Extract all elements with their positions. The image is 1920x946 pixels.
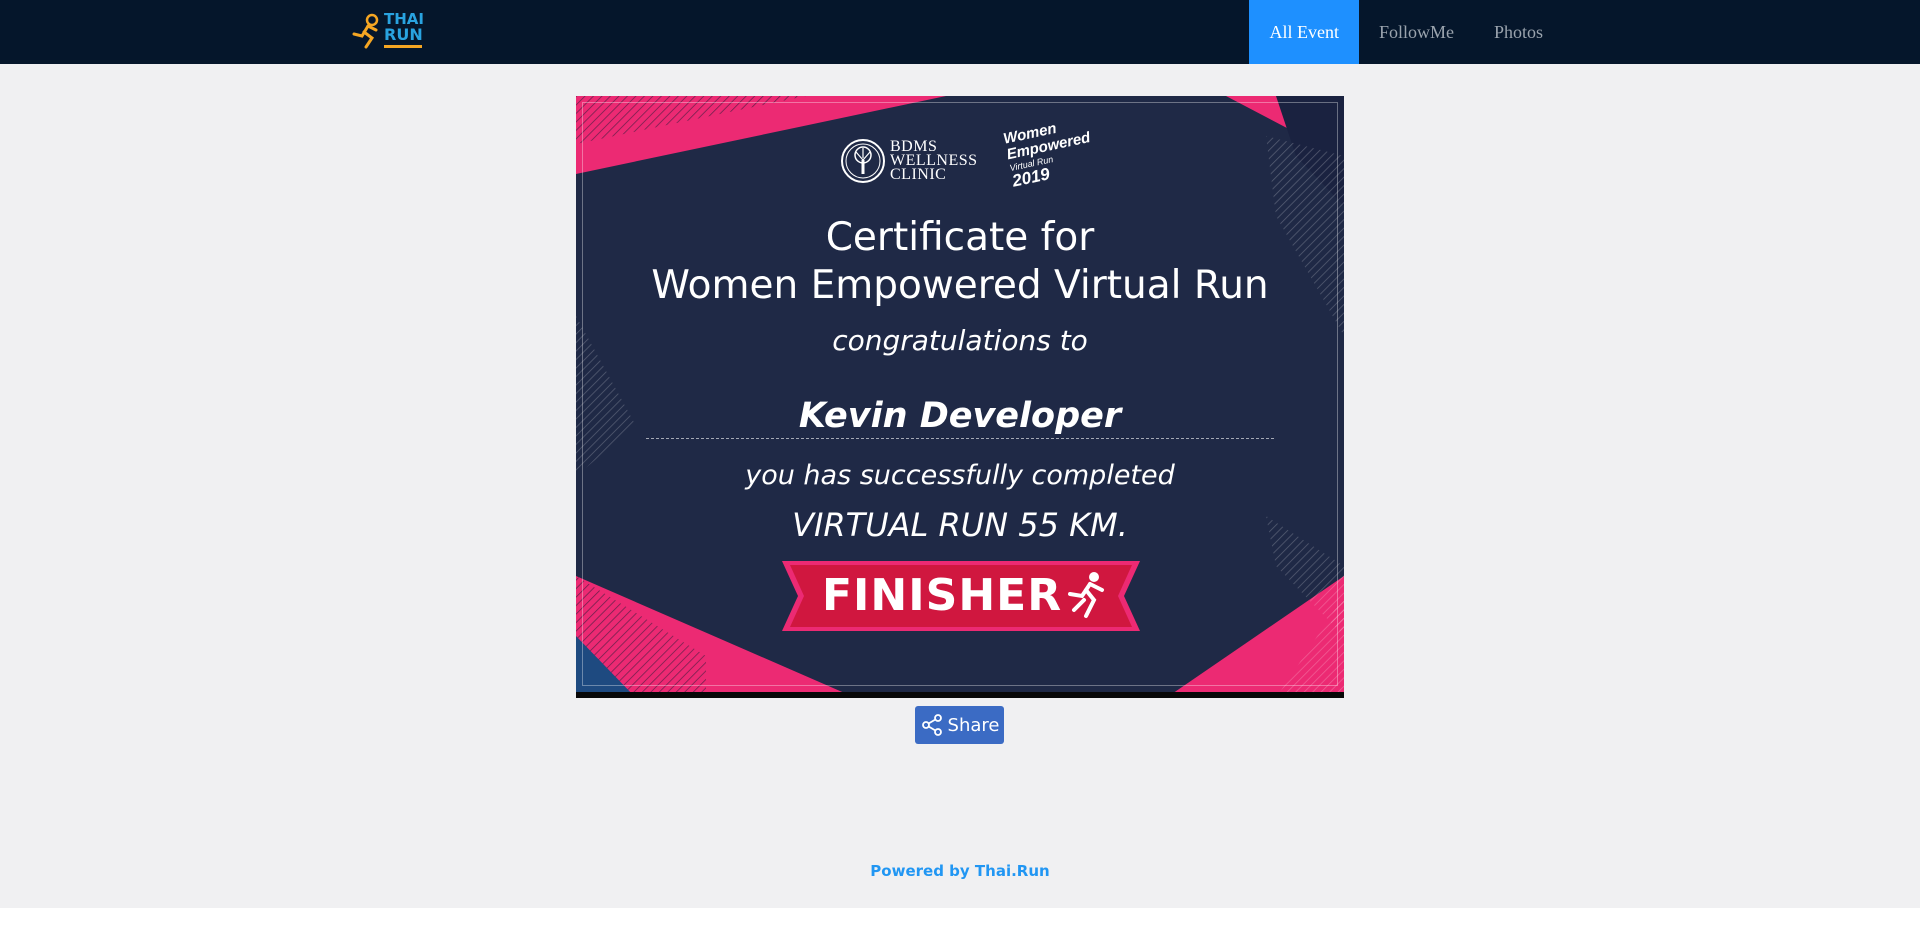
sponsor-name: BDMS WELLNESS CLINIC (890, 139, 978, 183)
main-content: BDMS WELLNESS CLINIC Women Empowered Vir… (0, 64, 1920, 908)
distance-text: VIRTUAL RUN 55 KM. (792, 506, 1128, 544)
certificate-title-line2: Women Empowered Virtual Run (651, 263, 1269, 308)
tree-emblem-icon (841, 139, 885, 183)
participant-name: Kevin Developer (798, 396, 1122, 436)
nav-followme[interactable]: FollowMe (1359, 0, 1474, 64)
certificate-title-line1: Certificate for (825, 215, 1095, 260)
nav-all-event[interactable]: All Event (1249, 0, 1359, 64)
nav-menu: All Event FollowMe Photos (1249, 0, 1563, 64)
thai-run-logo[interactable]: THAI RUN (350, 12, 426, 50)
navbar: THAI RUN All Event FollowMe Photos (0, 0, 1920, 64)
share-button[interactable]: Share (915, 706, 1004, 744)
finisher-badge: FINISHER (782, 561, 1140, 631)
footer: Powered by Thai.Run (0, 862, 1920, 880)
sponsor-logos: BDMS WELLNESS CLINIC Women Empowered Vir… (840, 120, 1092, 196)
congratulations-text: congratulations to (832, 324, 1088, 357)
share-icon (921, 714, 942, 736)
footer-link[interactable]: Thai.Run (975, 862, 1050, 880)
sponsor-line3: CLINIC (890, 166, 947, 183)
share-label: Share (947, 714, 1000, 736)
nav-photos[interactable]: Photos (1474, 0, 1563, 64)
name-underline (646, 438, 1274, 439)
completed-text: you has successfully completed (745, 460, 1175, 491)
finisher-label: FINISHER (822, 570, 1063, 621)
certificate-image: BDMS WELLNESS CLINIC Women Empowered Vir… (576, 96, 1344, 698)
certificate-bottom-bar (576, 692, 1344, 698)
footer-prefix: Powered by (870, 862, 970, 880)
runner-icon (1068, 572, 1104, 618)
logo-text-run: RUN (384, 25, 423, 44)
